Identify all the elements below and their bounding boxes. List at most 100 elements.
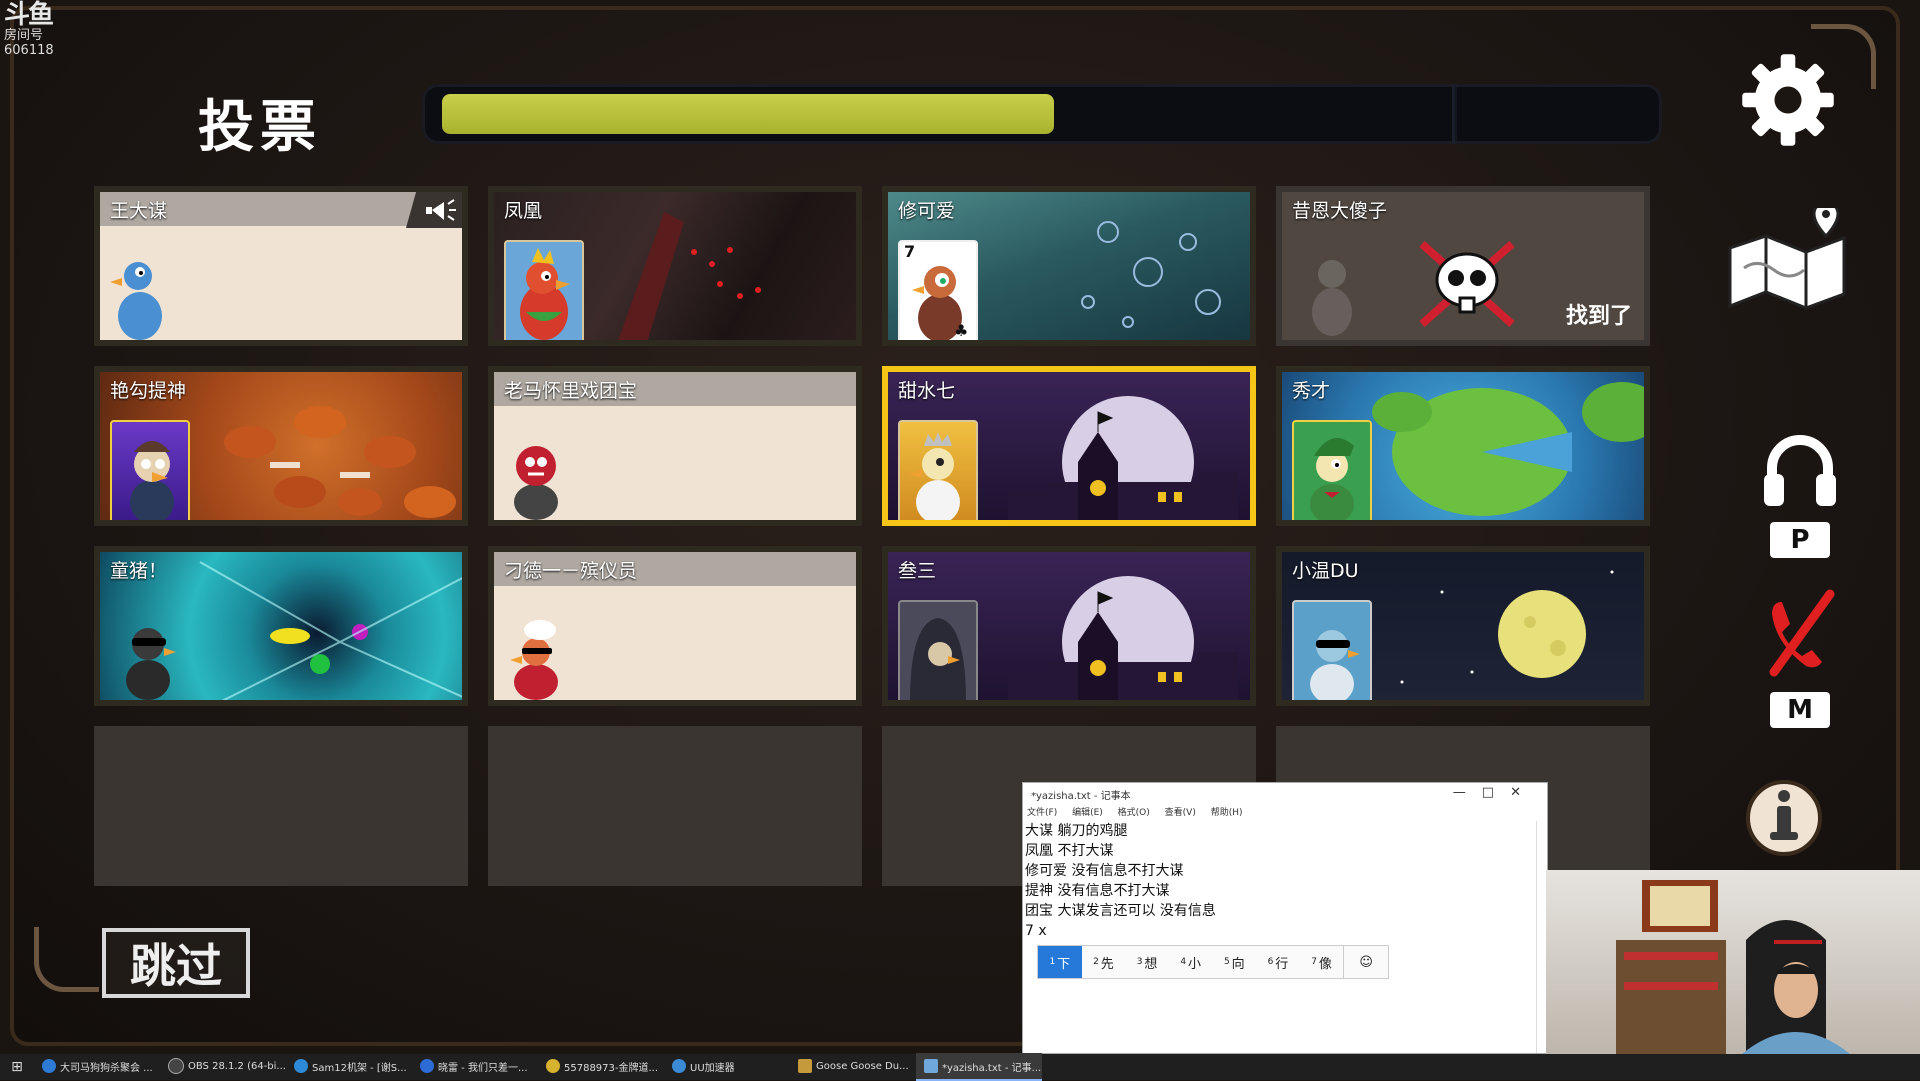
player-card[interactable]: 秀才 bbox=[1276, 366, 1650, 526]
minimize-icon[interactable]: — bbox=[1453, 785, 1482, 800]
player-name: 凤凰 bbox=[504, 200, 543, 222]
taskbar-item[interactable]: 55788973-金牌道... bbox=[538, 1053, 664, 1081]
player-card[interactable]: 刁德一－殡仪员 bbox=[488, 546, 862, 706]
svg-text:♣: ♣ bbox=[954, 321, 968, 340]
app-icon bbox=[420, 1059, 434, 1073]
taskbar-item[interactable]: OBS 28.1.2 (64-bi... bbox=[160, 1053, 286, 1081]
player-card[interactable]: 小温DU bbox=[1276, 546, 1650, 706]
app-icon bbox=[42, 1059, 56, 1073]
queen-goose-avatar bbox=[908, 432, 960, 520]
windows-start-icon[interactable]: ⊞ bbox=[0, 1059, 34, 1075]
push-to-talk-key: P bbox=[1770, 522, 1830, 558]
player-card[interactable]: 王大谋 bbox=[94, 186, 468, 346]
vote-timer-fill bbox=[442, 94, 1054, 134]
rooster-avatar bbox=[520, 248, 570, 340]
room-id: 606118 bbox=[4, 43, 54, 58]
room-label: 房间号 bbox=[4, 28, 44, 43]
scientist-goose-avatar bbox=[130, 441, 174, 520]
window-controls: —□✕ bbox=[1453, 785, 1537, 800]
close-icon[interactable]: ✕ bbox=[1510, 785, 1537, 800]
ime-candidate-bar: 1下 2先 3想 4小 5向 6行 7像 ☺ bbox=[1037, 945, 1389, 979]
app-icon bbox=[546, 1059, 560, 1073]
map-icon[interactable] bbox=[1722, 208, 1852, 318]
text-line: 凤凰 不打大谋 bbox=[1025, 843, 1114, 859]
player-name: 小温DU bbox=[1292, 560, 1359, 582]
player-card[interactable]: 叁三 bbox=[882, 546, 1256, 706]
cool-goose-avatar bbox=[1310, 630, 1360, 700]
ime-candidate[interactable]: 5向 bbox=[1213, 946, 1257, 978]
dead-skull-icon bbox=[1419, 241, 1515, 327]
masked-goose-avatar bbox=[514, 446, 558, 520]
player-name: 秀才 bbox=[1292, 380, 1331, 402]
mute-key: M bbox=[1770, 692, 1830, 728]
streamer-webcam bbox=[1546, 870, 1920, 1054]
sunglasses-goose-avatar bbox=[126, 628, 176, 700]
app-icon bbox=[672, 1059, 686, 1073]
elf-goose-avatar bbox=[1310, 438, 1354, 520]
player-card[interactable]: 修可爱 7 ♣ bbox=[882, 186, 1256, 346]
player-portrait bbox=[898, 420, 978, 520]
app-icon bbox=[924, 1059, 938, 1073]
player-name: 甜水七 bbox=[898, 380, 956, 402]
notepad-title: *yazisha.txt - 记事本 bbox=[1031, 791, 1131, 802]
menu-help[interactable]: 帮助(H) bbox=[1211, 808, 1243, 818]
taskbar-item[interactable]: Sam12机架 - [谢S... bbox=[286, 1053, 412, 1081]
timer-divider bbox=[1454, 84, 1457, 144]
menu-edit[interactable]: 编辑(E) bbox=[1072, 808, 1103, 818]
ime-candidate[interactable]: 6行 bbox=[1256, 946, 1300, 978]
douyu-logo: 斗鱼 bbox=[4, 0, 54, 30]
webcam-feed bbox=[1616, 880, 1850, 1054]
app-icon bbox=[168, 1058, 184, 1074]
player-portrait bbox=[1292, 420, 1372, 520]
player-name: 艳勾提神 bbox=[110, 380, 187, 402]
taskbar-item[interactable]: 大司马狗狗杀聚会 ... bbox=[34, 1053, 160, 1081]
text-line: 修可爱 没有信息不打大谋 bbox=[1025, 863, 1184, 879]
player-name: 刁德一－殡仪员 bbox=[504, 560, 638, 582]
player-portrait bbox=[504, 240, 584, 340]
player-portrait: 7 ♣ bbox=[898, 240, 978, 340]
mute-control[interactable]: M bbox=[1760, 588, 1840, 728]
ime-candidate[interactable]: 4小 bbox=[1169, 946, 1213, 978]
muted-phone-icon bbox=[1769, 589, 1835, 677]
player-name: 叁三 bbox=[898, 560, 937, 582]
ime-candidate[interactable]: 3想 bbox=[1125, 946, 1169, 978]
player-portrait bbox=[898, 600, 978, 700]
menu-format[interactable]: 格式(O) bbox=[1118, 808, 1150, 818]
menu-view[interactable]: 查看(V) bbox=[1165, 808, 1196, 818]
text-line: 提神 没有信息不打大谋 bbox=[1025, 883, 1170, 899]
text-line: 7 x bbox=[1025, 923, 1047, 939]
empty-player-slot bbox=[488, 726, 862, 886]
notepad-menu-bar: 文件(F) 编辑(E) 格式(O) 查看(V) 帮助(H) bbox=[1027, 805, 1255, 818]
vote-title: 投票 bbox=[198, 95, 322, 160]
notepad-text-area[interactable]: 大谋 躺刀的鸡腿 凤凰 不打大谋 修可爱 没有信息不打大谋 提神 没有信息不打大… bbox=[1025, 821, 1216, 941]
empty-player-slot bbox=[94, 726, 468, 886]
gear-icon[interactable] bbox=[1736, 48, 1840, 152]
headphones-icon bbox=[1764, 435, 1836, 506]
skip-vote-button[interactable]: 跳过 bbox=[102, 928, 250, 998]
push-to-talk-control[interactable]: P bbox=[1760, 430, 1840, 560]
taskbar-item[interactable]: Goose Goose Du... bbox=[790, 1053, 916, 1081]
player-card[interactable]: 老马怀里戏团宝 bbox=[488, 366, 862, 526]
player-name: 王大谋 bbox=[110, 200, 168, 222]
player-card[interactable]: 童猪！ bbox=[94, 546, 468, 706]
player-card-selected[interactable]: 甜水七 bbox=[882, 366, 1256, 526]
taskbar-item[interactable]: UU加速器 bbox=[664, 1053, 790, 1081]
player-name: 老马怀里戏团宝 bbox=[504, 380, 638, 402]
notepad-window[interactable]: *yazisha.txt - 记事本 —□✕ 文件(F) 编辑(E) 格式(O)… bbox=[1022, 782, 1548, 1054]
ime-candidate[interactable]: 2先 bbox=[1082, 946, 1126, 978]
maximize-icon[interactable]: □ bbox=[1482, 785, 1510, 800]
chef-goose-avatar bbox=[510, 620, 558, 700]
ime-candidate[interactable]: 1下 bbox=[1038, 946, 1082, 978]
player-card[interactable]: 凤凰 bbox=[488, 186, 862, 346]
emoji-icon[interactable]: ☺ bbox=[1343, 946, 1388, 978]
player-portrait bbox=[1292, 600, 1372, 700]
menu-file[interactable]: 文件(F) bbox=[1027, 808, 1057, 818]
taskbar-item[interactable]: 晓雷 - 我们只差一... bbox=[412, 1053, 538, 1081]
app-icon bbox=[798, 1059, 812, 1073]
player-card-dead: 昔恩大傻子 找到了 bbox=[1276, 186, 1650, 346]
found-body-label: 找到了 bbox=[1565, 304, 1632, 329]
ime-candidate[interactable]: 7像 bbox=[1300, 946, 1344, 978]
info-icon[interactable] bbox=[1744, 776, 1824, 856]
taskbar-item-active[interactable]: *yazisha.txt - 记事... bbox=[916, 1053, 1042, 1081]
player-card[interactable]: 艳勾提神 bbox=[94, 366, 468, 526]
